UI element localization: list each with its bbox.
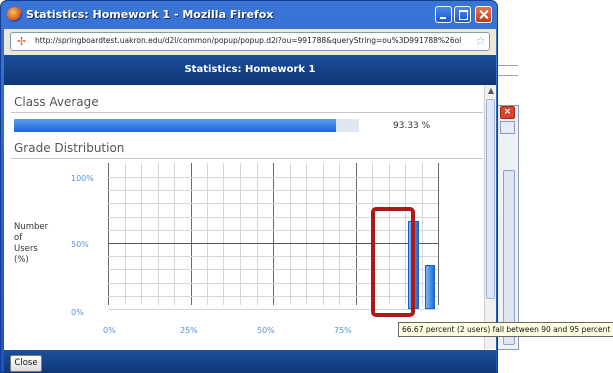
y-minor-gridline <box>108 190 438 191</box>
url-text: http://springboardtest.uakron.edu/d2l/co… <box>35 36 462 45</box>
x-major-gridline <box>438 163 439 305</box>
highlight-annotation <box>371 207 415 317</box>
grade-bar-95-100[interactable] <box>424 265 435 309</box>
site-identity-icon[interactable]: ✢ <box>15 35 28 48</box>
background-close-icon[interactable]: × <box>500 106 515 119</box>
title-bar[interactable]: Statistics: Homework 1 - Mozilla Firefox <box>1 1 497 29</box>
scroll-up-arrow-icon[interactable]: ▲ <box>485 85 497 97</box>
class-average-value: 93.33 % <box>393 121 431 131</box>
grade-distribution-heading: Grade Distribution <box>14 141 125 155</box>
background-window-button[interactable] <box>500 121 515 134</box>
popup-footer: Close <box>4 350 496 373</box>
class-average-fill <box>14 119 336 132</box>
x-tick-label: 25% <box>180 326 198 335</box>
section-divider <box>11 112 483 113</box>
close-window-button[interactable] <box>475 6 492 23</box>
class-average-heading: Class Average <box>14 95 99 109</box>
maximize-button[interactable] <box>454 6 471 23</box>
close-button[interactable]: Close <box>10 355 42 372</box>
x-tick-label: 75% <box>334 326 352 335</box>
y-tick-label: 50% <box>71 240 89 249</box>
firefox-icon <box>7 7 22 22</box>
y-minor-gridline <box>108 203 438 204</box>
bar-tooltip: 66.67 percent (2 users) fall between 90 … <box>398 322 613 337</box>
x-tick-label: 50% <box>257 326 275 335</box>
y-axis-label-line: Number <box>14 222 49 232</box>
x-tick-label: 0% <box>103 326 116 335</box>
popup-title: Statistics: Homework 1 <box>184 64 316 75</box>
y-axis-label-line: of <box>14 233 23 243</box>
class-average-bar <box>14 119 359 132</box>
popup-header: Statistics: Homework 1 <box>4 55 496 85</box>
url-field[interactable]: ✢ http://springboardtest.uakron.edu/d2l/… <box>10 32 490 51</box>
background-line <box>498 75 518 76</box>
scroll-thumb[interactable] <box>486 99 495 299</box>
background-scrollbar[interactable] <box>503 170 515 345</box>
y-axis-label: Number of Users (%) <box>14 222 54 266</box>
y-axis-label-line: (%) <box>14 255 29 265</box>
bookmark-star-icon[interactable]: ☆ <box>475 34 486 48</box>
y-axis-label-line: Users <box>14 244 38 254</box>
y-tick-label: 100% <box>71 174 94 183</box>
section-divider <box>11 158 483 159</box>
window-title: Statistics: Homework 1 - Mozilla Firefox <box>26 8 274 21</box>
screen: × Statistics: Homework 1 - Mozilla Firef… <box>0 0 613 373</box>
address-bar: ✢ http://springboardtest.uakron.edu/d2l/… <box>4 29 496 55</box>
y-tick-label: 0% <box>71 308 84 317</box>
popup-scrollbar[interactable]: ▲ <box>484 85 496 349</box>
minimize-button[interactable] <box>435 6 452 23</box>
background-line <box>498 65 518 66</box>
y-minor-gridline <box>108 177 438 178</box>
